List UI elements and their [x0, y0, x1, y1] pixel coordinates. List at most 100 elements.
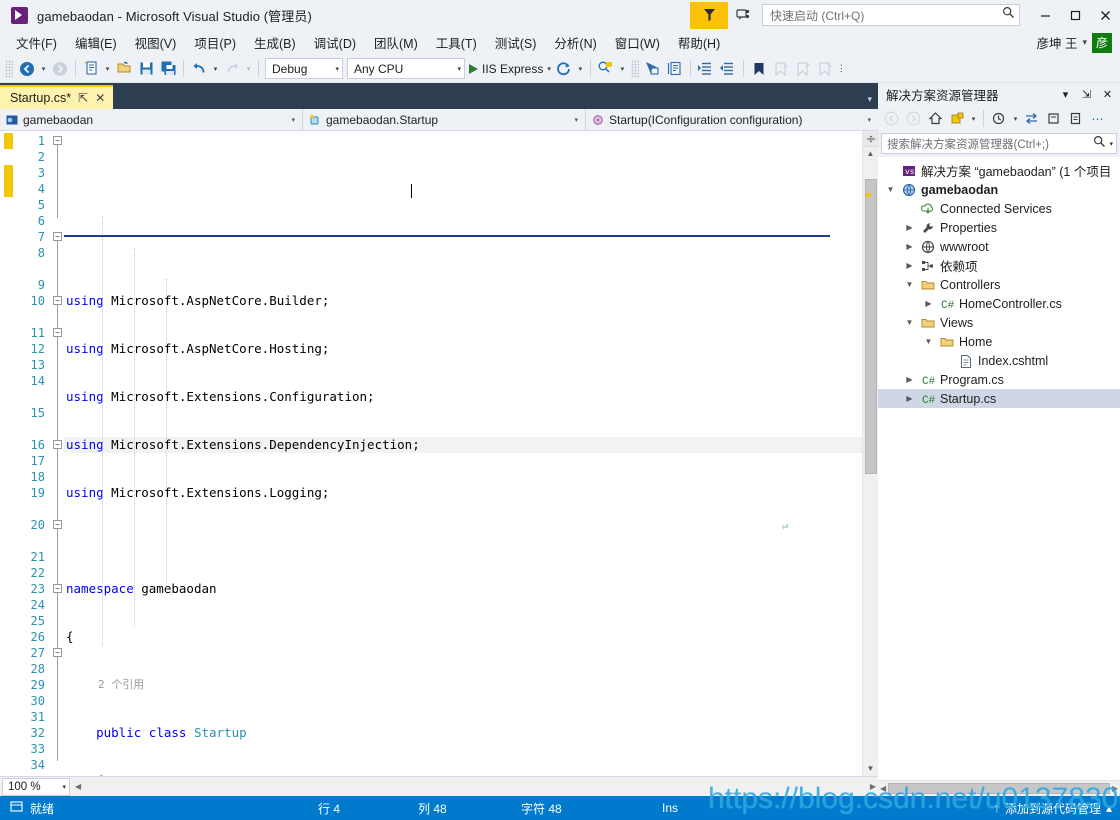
chevron-up-icon[interactable]: ▴ — [1106, 801, 1112, 815]
menu-team[interactable]: 团队(M) — [365, 30, 427, 55]
scroll-right-arrow[interactable]: ▶ — [1112, 784, 1118, 793]
new-project-icon[interactable] — [80, 58, 102, 80]
chevron-down-icon[interactable]: ▾ — [1106, 140, 1113, 148]
refresh-caret-icon[interactable]: ▾ — [575, 58, 586, 80]
maximize-button[interactable] — [1060, 0, 1090, 30]
save-all-icon[interactable] — [157, 58, 179, 80]
menu-edit[interactable]: 编辑(E) — [66, 30, 126, 55]
save-icon[interactable] — [135, 58, 157, 80]
toolbar-grip[interactable] — [5, 59, 13, 78]
platform-combo[interactable]: Any CPU ▾ — [347, 58, 465, 79]
tree-node-controllers[interactable]: ▼ Controllers — [878, 275, 1120, 294]
comment-selection-icon[interactable] — [664, 58, 686, 80]
close-button[interactable] — [1090, 0, 1120, 30]
expander-icon[interactable]: ▶ — [903, 394, 916, 403]
tree-node-properties[interactable]: ▶ Properties — [878, 218, 1120, 237]
scroll-right-arrow[interactable]: ▶ — [870, 782, 876, 791]
navigate-back-caret-icon[interactable]: ▾ — [38, 58, 49, 80]
switch-views-icon[interactable] — [947, 108, 968, 129]
find-options-caret-icon[interactable]: ▾ — [617, 58, 628, 80]
menu-tools[interactable]: 工具(T) — [427, 30, 486, 55]
split-view-handle[interactable] — [862, 131, 879, 147]
sync-with-active-document-icon[interactable] — [1021, 108, 1042, 129]
scrollbar-thumb[interactable] — [865, 179, 877, 474]
tree-node-connected-services[interactable]: Connected Services — [878, 199, 1120, 218]
zoom-level-combo[interactable]: 100 % ▾ — [2, 777, 70, 796]
decrease-indent-icon[interactable] — [717, 58, 739, 80]
menu-view[interactable]: 视图(V) — [126, 30, 186, 55]
tree-node-index-cshtml[interactable]: Index.cshtml — [878, 351, 1120, 370]
find-in-files-icon[interactable] — [595, 58, 617, 80]
bookmark-icon[interactable] — [748, 58, 770, 80]
avatar[interactable]: 彦 — [1092, 32, 1112, 53]
navbar-member-combo[interactable]: Startup(IConfiguration configuration) ▾ — [586, 109, 878, 131]
close-tab-icon[interactable]: ✕ — [95, 91, 105, 105]
tree-node-views[interactable]: ▼ Views — [878, 313, 1120, 332]
pin-panel-icon[interactable]: ⇲ — [1079, 88, 1094, 101]
increase-indent-icon[interactable] — [695, 58, 717, 80]
code-text-area[interactable]: using Microsoft.AspNetCore.Builder; usin… — [64, 131, 862, 776]
show-all-files-icon[interactable]: ⋯ — [1087, 108, 1108, 129]
code-editor[interactable]: 1 2 3 4 5 6 7 8 9 10 11 12 13 14 15 16 1… — [0, 131, 879, 776]
menu-project[interactable]: 项目(P) — [185, 30, 245, 55]
scroll-down-arrow[interactable]: ▼ — [867, 764, 875, 773]
expander-icon[interactable]: ▼ — [903, 318, 916, 327]
scroll-left-arrow[interactable]: ◀ — [880, 784, 886, 793]
chevron-down-icon[interactable]: ▾ — [1082, 37, 1087, 48]
fold-toggle[interactable]: − — [53, 584, 62, 593]
tree-node-home-folder[interactable]: ▼ Home — [878, 332, 1120, 351]
solution-tree[interactable]: vs 解决方案 “gamebaodan” (1 个项目 ▼ gamebaodan — [878, 157, 1120, 780]
collapse-all-icon[interactable] — [1065, 108, 1086, 129]
tree-node-startup-cs[interactable]: ▶ C# Startup.cs — [878, 389, 1120, 408]
navigate-back-icon[interactable] — [16, 58, 38, 80]
account-name[interactable]: 彦坤 王 — [1036, 33, 1077, 52]
chevron-down-icon[interactable]: ▾ — [547, 65, 551, 73]
tree-node-wwwroot[interactable]: ▶ wwwroot — [878, 237, 1120, 256]
menu-build[interactable]: 生成(B) — [245, 30, 305, 55]
toolbar-overflow-icon[interactable]: ⋮ — [836, 58, 847, 80]
fold-toggle[interactable]: − — [53, 328, 62, 337]
navbar-project-combo[interactable]: gamebaodan ▾ — [0, 108, 303, 131]
quick-launch-input[interactable]: 快速启动 (Ctrl+Q) — [762, 4, 1020, 26]
tree-node-program-cs[interactable]: ▶ C# Program.cs — [878, 370, 1120, 389]
configuration-combo[interactable]: Debug ▾ — [265, 58, 343, 79]
undo-caret-icon[interactable]: ▾ — [210, 58, 221, 80]
outlining-margin[interactable]: − − − − − − − − — [50, 131, 64, 776]
home-icon[interactable] — [925, 108, 946, 129]
refresh-icon[interactable] — [1043, 108, 1064, 129]
expander-icon[interactable]: ▶ — [922, 299, 935, 308]
fold-toggle[interactable]: − — [53, 232, 62, 241]
fold-toggle[interactable]: − — [53, 648, 62, 657]
status-source-control-group[interactable]: ↑ 添加到源代码管理 ▴ — [994, 800, 1112, 817]
fold-toggle[interactable]: − — [53, 440, 62, 449]
solution-explorer-search[interactable]: 搜索解决方案资源管理器(Ctrl+;) ▾ — [881, 133, 1117, 154]
expander-icon[interactable]: ▼ — [922, 337, 935, 346]
expander-icon[interactable]: ▼ — [884, 185, 897, 194]
pin-tab-icon[interactable]: ⇱ — [78, 91, 88, 105]
toolbar-grip[interactable] — [630, 59, 639, 78]
tree-node-solution[interactable]: vs 解决方案 “gamebaodan” (1 个项目 — [878, 161, 1120, 180]
expander-icon[interactable]: ▶ — [903, 375, 916, 384]
menu-analyze[interactable]: 分析(N) — [545, 30, 605, 55]
fold-toggle[interactable]: − — [53, 296, 62, 305]
tab-startup-cs[interactable]: Startup.cs* ⇱ ✕ — [0, 85, 114, 109]
navigate-to-icon[interactable] — [642, 58, 664, 80]
expander-icon[interactable]: ▶ — [903, 261, 916, 270]
tree-node-dependencies[interactable]: ▶ 依赖项 — [878, 256, 1120, 275]
expander-icon[interactable]: ▶ — [903, 242, 916, 251]
solution-explorer-horizontal-scrollbar[interactable]: ◀ ▶ — [878, 780, 1120, 796]
navbar-type-combo[interactable]: gamebaodan.Startup ▾ — [303, 108, 586, 131]
scroll-left-arrow[interactable]: ◀ — [75, 782, 81, 791]
menu-file[interactable]: 文件(F) — [7, 30, 66, 55]
pending-changes-icon[interactable] — [989, 108, 1010, 129]
menu-debug[interactable]: 调试(D) — [305, 30, 365, 55]
tree-node-project[interactable]: ▼ gamebaodan — [878, 180, 1120, 199]
tab-overflow-icon[interactable]: ▾ — [867, 94, 872, 105]
fold-toggle[interactable]: − — [53, 136, 62, 145]
open-file-icon[interactable] — [113, 58, 135, 80]
chevron-down-icon[interactable]: ▾ — [1011, 115, 1020, 123]
notification-bell-icon[interactable] — [730, 2, 756, 28]
feedback-funnel-icon[interactable] — [690, 1, 728, 29]
editor-horizontal-scrollbar[interactable]: ◀ ▶ — [73, 777, 878, 796]
start-debug-button[interactable]: IIS Express ▾ — [467, 58, 553, 80]
